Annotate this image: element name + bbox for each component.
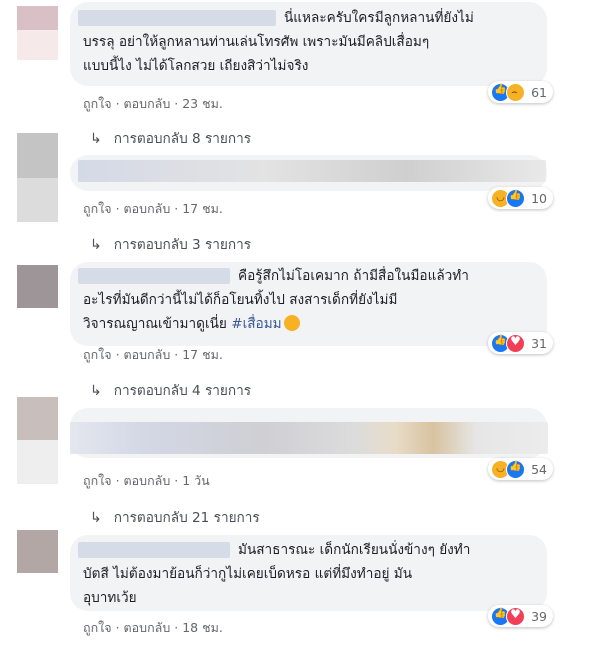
comment-line: บัตสี ไม่ต้องมาย้อนก็ว่ากูไม่เคยเบ็ดหรอ … (83, 566, 413, 582)
comment-line: อุบาทเว้ย (83, 590, 137, 606)
comment-line: แบบนี้ไง ไม่ได้โลกสวย เถียงสิว่าไม่จริง (83, 58, 309, 74)
comment-actions: ถูกใจ · ตอบกลับ · 17 ชม. (83, 345, 223, 365)
comment-actions: ถูกใจ · ตอบกลับ · 17 ชม. (83, 199, 223, 219)
comment-line: บรรลุ อย่าให้ลูกหลานท่านเล่นโทรศัพ เพราะ… (83, 34, 430, 50)
blurred-username[interactable] (78, 268, 230, 284)
comment-line: นี่แหละครับใครมีลูกหลานที่ยังไม่ (284, 10, 474, 26)
replies-label: การตอบกลับ 3 รายการ (113, 237, 252, 253)
avatar-lower (17, 30, 58, 60)
separator: · (174, 473, 179, 488)
separator: · (115, 201, 120, 216)
reply-button[interactable]: ตอบกลับ (124, 347, 171, 362)
view-replies-link[interactable]: ↳ การตอบกลับ 3 รายการ (90, 233, 251, 255)
reaction-count: 61 (531, 84, 547, 100)
like-button[interactable]: ถูกใจ (83, 473, 112, 488)
reaction-summary[interactable]: 31 (488, 332, 553, 354)
comment-line-with-tag: วิจารณญาณเข้ามาดูเนี่ย #เสื่อมม (83, 314, 300, 334)
timestamp[interactable]: 18 ชม. (182, 620, 223, 635)
separator: · (174, 347, 179, 362)
comment-line: คือรู้สึกไม่โอเคมาก ถ้ามีสื่อในมือแล้วทำ (238, 268, 469, 284)
avatar-lower (17, 440, 58, 484)
comment-line: วิจารณญาณเข้ามาดูเนี่ย (83, 316, 232, 332)
comment-line: อะไรที่มันดีกว่านี้ไม่ได้ก็อโยนทิ้งไป สง… (83, 292, 398, 308)
timestamp[interactable]: 23 ชม. (182, 96, 223, 111)
timestamp[interactable]: 17 ชม. (182, 347, 223, 362)
replies-label: การตอบกลับ 8 รายการ (113, 131, 252, 147)
reply-button[interactable]: ตอบกลับ (124, 201, 171, 216)
view-replies-link[interactable]: ↳ การตอบกลับ 8 รายการ (90, 127, 251, 149)
separator: · (174, 96, 179, 111)
reaction-count: 31 (531, 335, 547, 351)
sad-icon (506, 82, 526, 102)
reaction-summary[interactable]: 61 (488, 81, 553, 103)
separator: · (115, 347, 120, 362)
blurred-comment-text (78, 160, 546, 182)
reply-arrow-icon: ↳ (90, 237, 102, 253)
like-button[interactable]: ถูกใจ (83, 201, 112, 216)
reply-arrow-icon: ↳ (90, 131, 102, 147)
comment-actions: ถูกใจ · ตอบกลับ · 18 ชม. (83, 618, 223, 638)
timestamp[interactable]: 1 วัน (182, 473, 210, 488)
comment-line: มันสาธารณะ เด็กนักเรียนนั่งข้างๆ ยังทำ (238, 542, 471, 558)
reply-button[interactable]: ตอบกลับ (124, 473, 171, 488)
like-icon (506, 459, 526, 479)
reply-arrow-icon: ↳ (90, 383, 102, 399)
avatar-lower (17, 178, 58, 222)
replies-label: การตอบกลับ 4 รายการ (113, 383, 252, 399)
view-replies-link[interactable]: ↳ การตอบกลับ 4 รายการ (90, 379, 251, 401)
like-button[interactable]: ถูกใจ (83, 96, 112, 111)
love-icon (506, 606, 526, 626)
reply-button[interactable]: ตอบกลับ (124, 620, 171, 635)
avatar[interactable] (17, 530, 58, 573)
like-button[interactable]: ถูกใจ (83, 347, 112, 362)
comment-actions: ถูกใจ · ตอบกลับ · 23 ชม. (83, 94, 223, 114)
avatar[interactable] (17, 397, 58, 440)
comment-actions: ถูกใจ · ตอบกลับ · 1 วัน (83, 471, 210, 491)
blurred-comment-text (70, 422, 548, 454)
like-icon (506, 188, 526, 208)
reaction-summary[interactable]: 10 (488, 187, 553, 209)
separator: · (115, 620, 120, 635)
reaction-count: 10 (531, 190, 547, 206)
separator: · (174, 201, 179, 216)
reaction-count: 54 (531, 461, 547, 477)
confused-emoji-icon (283, 315, 300, 331)
blurred-username[interactable] (78, 542, 230, 558)
reply-button[interactable]: ตอบกลับ (124, 96, 171, 111)
avatar[interactable] (17, 133, 58, 178)
like-button[interactable]: ถูกใจ (83, 620, 112, 635)
love-icon (506, 333, 526, 353)
hashtag-link[interactable]: #เสื่อมม (231, 316, 281, 332)
avatar[interactable] (17, 265, 58, 308)
separator: · (115, 96, 120, 111)
blurred-username[interactable] (78, 10, 276, 26)
reaction-summary[interactable]: 54 (488, 458, 553, 480)
reaction-summary[interactable]: 39 (488, 605, 553, 627)
separator: · (174, 620, 179, 635)
reaction-count: 39 (531, 608, 547, 624)
avatar[interactable] (17, 6, 58, 30)
replies-label: การตอบกลับ 21 รายการ (113, 510, 260, 526)
separator: · (115, 473, 120, 488)
timestamp[interactable]: 17 ชม. (182, 201, 223, 216)
view-replies-link[interactable]: ↳ การตอบกลับ 21 รายการ (90, 506, 260, 528)
reply-arrow-icon: ↳ (90, 510, 102, 526)
